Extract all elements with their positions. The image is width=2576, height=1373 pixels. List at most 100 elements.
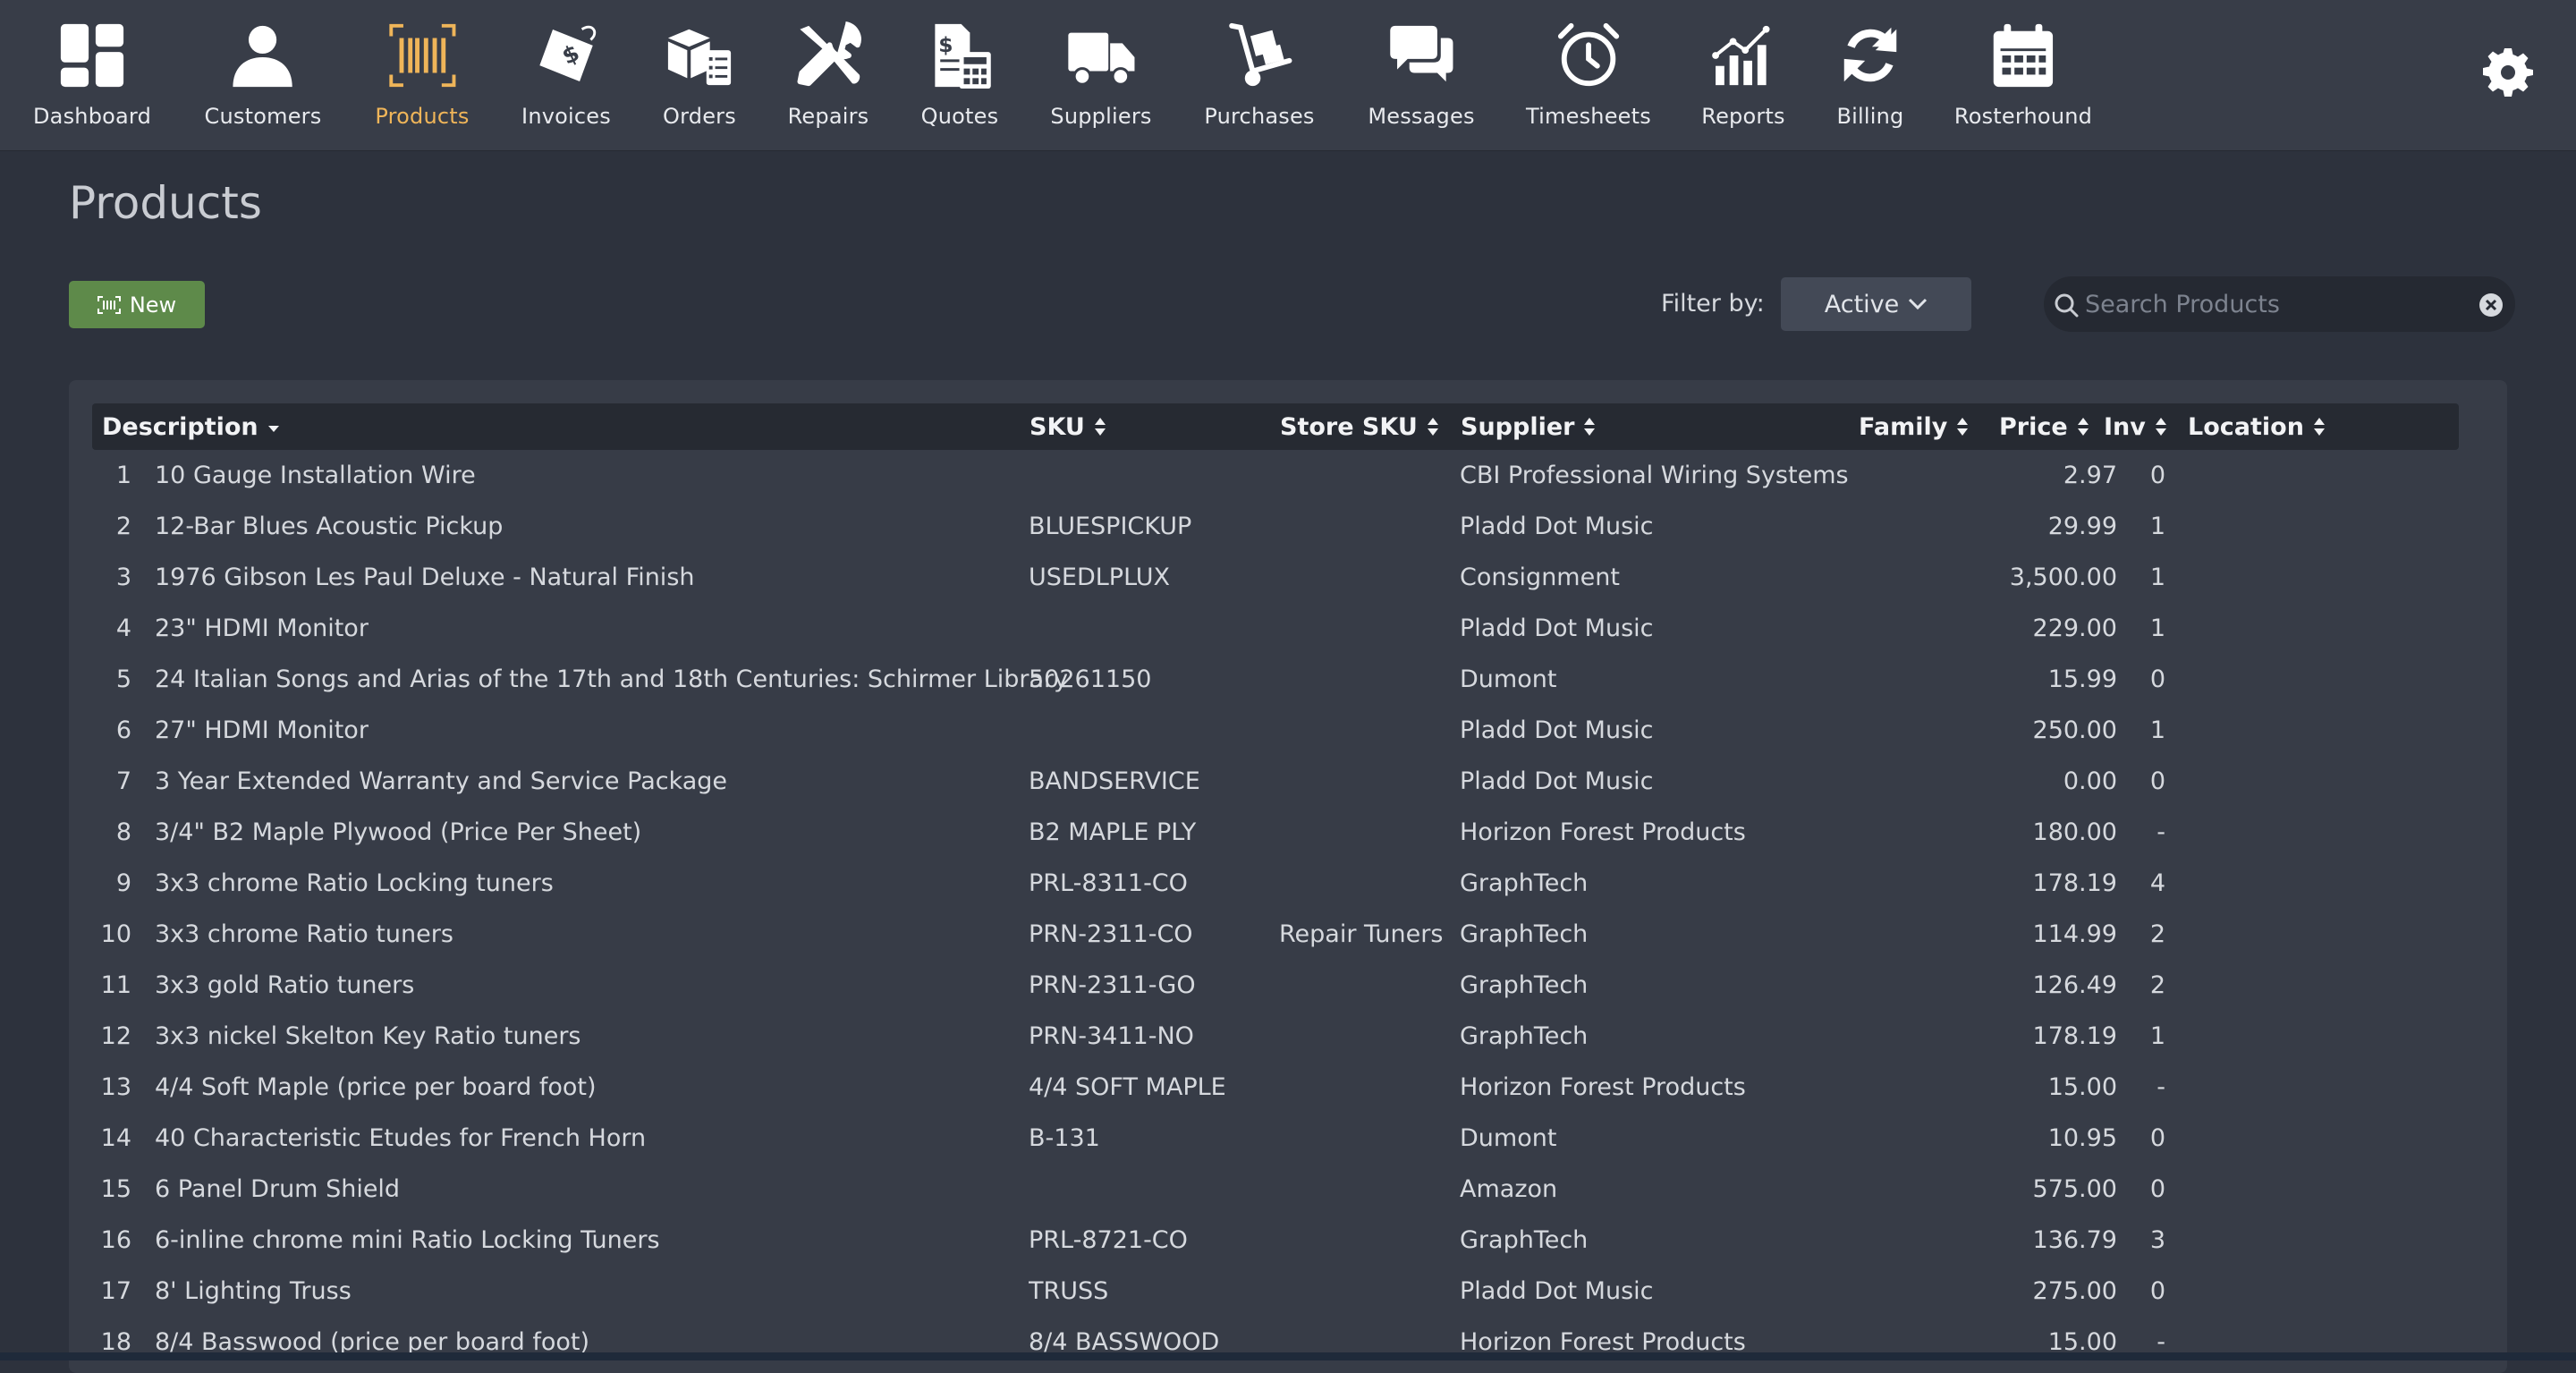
table-row[interactable]: 11 3x3 gold Ratio tuners PRN-2311-GO GraphT…	[69, 960, 2507, 1011]
table-row[interactable]: 17 8' Lighting Truss TRUSS Pladd Dot Music 2…	[69, 1266, 2507, 1317]
cell-supplier: Consignment	[1460, 564, 1620, 591]
cell-supplier: Horizon Forest Products	[1460, 1073, 1746, 1101]
nav-item-dashboard[interactable]: Dashboard	[33, 0, 151, 151]
cell-description: 12-Bar Blues Acoustic Pickup	[155, 513, 504, 540]
row-number: 11	[100, 971, 131, 999]
search-icon	[2055, 293, 2079, 318]
table-row[interactable]: 2 12-Bar Blues Acoustic Pickup BLUESPICKUP…	[69, 501, 2507, 552]
nav-item-customers[interactable]: Customers	[205, 0, 322, 151]
cell-price: 575.00	[2032, 1175, 2117, 1203]
nav-item-timesheets[interactable]: Timesheets	[1526, 0, 1651, 151]
nav-item-billing[interactable]: Billing	[1833, 0, 1908, 151]
cell-store-sku	[1279, 1113, 1458, 1164]
nav-item-repairs[interactable]: Repairs	[788, 0, 869, 151]
cell-description: 4/4 Soft Maple (price per board foot)	[155, 1073, 597, 1101]
nav-item-quotes[interactable]: $ Quotes	[921, 0, 999, 151]
cell-sku: 50261150	[1029, 665, 1152, 693]
column-label: Family	[1859, 412, 1948, 441]
cell-description: 40 Characteristic Etudes for French Horn	[155, 1124, 647, 1152]
nav-item-messages[interactable]: Messages	[1368, 0, 1474, 151]
nav-label: Billing	[1836, 104, 1904, 129]
cell-location	[2189, 552, 2403, 603]
column-header-sku[interactable]: SKU	[1030, 403, 1106, 450]
nav-item-products[interactable]: Products	[375, 0, 469, 151]
nav-item-suppliers[interactable]: Suppliers	[1050, 0, 1151, 151]
column-header-family[interactable]: Family	[1859, 403, 1969, 450]
table-row[interactable]: 10 3x3 chrome Ratio tuners PRN-2311-CO Repa…	[69, 909, 2507, 960]
row-number: 12	[100, 1022, 131, 1050]
table-row[interactable]: 8 3/4" B2 Maple Plywood (Price Per Sheet)…	[69, 807, 2507, 858]
nav-item-reports[interactable]: Reports	[1701, 0, 1785, 151]
table-row[interactable]: 7 3 Year Extended Warranty and Service Pa…	[69, 756, 2507, 807]
column-label: Price	[1999, 412, 2068, 441]
cell-price: 250.00	[2032, 716, 2117, 744]
new-product-button[interactable]: New	[69, 281, 205, 328]
table-row[interactable]: 9 3x3 chrome Ratio Locking tuners PRL-8311…	[69, 858, 2507, 909]
nav-item-rosterhound[interactable]: Rosterhound	[1954, 0, 2092, 151]
column-header-location[interactable]: Location	[2188, 403, 2326, 450]
cell-location	[2189, 501, 2403, 552]
table-row[interactable]: 4 23" HDMI Monitor Pladd Dot Music 229.00 1	[69, 603, 2507, 654]
column-label: Store SKU	[1280, 412, 1418, 441]
cell-store-sku	[1279, 960, 1458, 1011]
cell-sku: PRL-8721-CO	[1029, 1226, 1188, 1254]
products-table-panel: Description SKU Store SKU Supplier Famil…	[69, 380, 2507, 1373]
column-label: Location	[2188, 412, 2304, 441]
sort-icon	[2313, 418, 2325, 436]
column-header-description[interactable]: Description	[102, 403, 280, 450]
table-row[interactable]: 6 27" HDMI Monitor Pladd Dot Music 250.00 1	[69, 705, 2507, 756]
column-header-supplier[interactable]: Supplier	[1461, 403, 1596, 450]
table-row[interactable]: 12 3x3 nickel Skelton Key Ratio tuners PRN…	[69, 1011, 2507, 1062]
tools-icon	[791, 18, 866, 93]
sort-icon	[2077, 418, 2089, 436]
cell-price: 126.49	[2032, 971, 2117, 999]
table-row[interactable]: 3 1976 Gibson Les Paul Deluxe - Natural F…	[69, 552, 2507, 603]
cell-price: 180.00	[2032, 818, 2117, 846]
row-number: 8	[115, 818, 131, 846]
bar-chart-icon	[1706, 18, 1781, 93]
page-title: Products	[69, 177, 262, 229]
nav-item-purchases[interactable]: Purchases	[1204, 0, 1314, 151]
cell-supplier: Pladd Dot Music	[1460, 1277, 1654, 1305]
cell-sku: PRL-8311-CO	[1029, 869, 1188, 897]
row-number: 17	[100, 1277, 131, 1305]
table-header: Description SKU Store SKU Supplier Famil…	[92, 403, 2459, 450]
row-number: 1	[115, 462, 131, 489]
table-row[interactable]: 1 10 Gauge Installation Wire CBI Professio…	[69, 450, 2507, 501]
column-label: Supplier	[1461, 412, 1575, 441]
nav-item-orders[interactable]: Orders	[662, 0, 737, 151]
column-header-price[interactable]: Price	[1999, 403, 2089, 450]
column-label: Inv	[2104, 412, 2146, 441]
cell-location	[2189, 603, 2403, 654]
nav-item-invoices[interactable]: $ Invoices	[521, 0, 611, 151]
table-row[interactable]: 16 6-inline chrome mini Ratio Locking Tun…	[69, 1215, 2507, 1266]
row-number: 2	[115, 513, 131, 540]
cell-supplier: Amazon	[1460, 1175, 1558, 1203]
cell-store-sku	[1279, 1011, 1458, 1062]
table-row[interactable]: 15 6 Panel Drum Shield Amazon 575.00 0	[69, 1164, 2507, 1215]
cell-description: 10 Gauge Installation Wire	[155, 462, 476, 489]
row-number: 10	[100, 920, 131, 948]
cell-sku: PRN-2311-CO	[1029, 920, 1193, 948]
column-header-store-sku[interactable]: Store SKU	[1280, 403, 1439, 450]
cell-description: 1976 Gibson Les Paul Deluxe - Natural Fi…	[155, 564, 695, 591]
search-input[interactable]	[2085, 284, 2461, 325]
cell-sku: TRUSS	[1029, 1277, 1109, 1305]
cell-sku: USEDLPLUX	[1029, 564, 1171, 591]
cell-sku: PRN-2311-GO	[1029, 971, 1196, 999]
filter-dropdown[interactable]: Active	[1781, 277, 1971, 331]
cell-location	[2189, 1164, 2403, 1215]
cell-sku: B2 MAPLE PLY	[1029, 818, 1197, 846]
table-row[interactable]: 14 40 Characteristic Etudes for French Ho…	[69, 1113, 2507, 1164]
cell-sku: PRN-3411-NO	[1029, 1022, 1194, 1050]
cell-location	[2189, 450, 2403, 501]
nav-label: Suppliers	[1050, 104, 1152, 129]
table-row[interactable]: 13 4/4 Soft Maple (price per board foot) 4…	[69, 1062, 2507, 1113]
clear-search-icon[interactable]	[2479, 292, 2504, 318]
table-row[interactable]: 5 24 Italian Songs and Arias of the 17th …	[69, 654, 2507, 705]
cell-location	[2189, 807, 2403, 858]
cell-inv: 0	[2149, 1175, 2165, 1203]
cell-inv: 0	[2149, 1277, 2165, 1305]
column-header-inv[interactable]: Inv	[2104, 403, 2167, 450]
gear-icon[interactable]	[2483, 47, 2533, 97]
